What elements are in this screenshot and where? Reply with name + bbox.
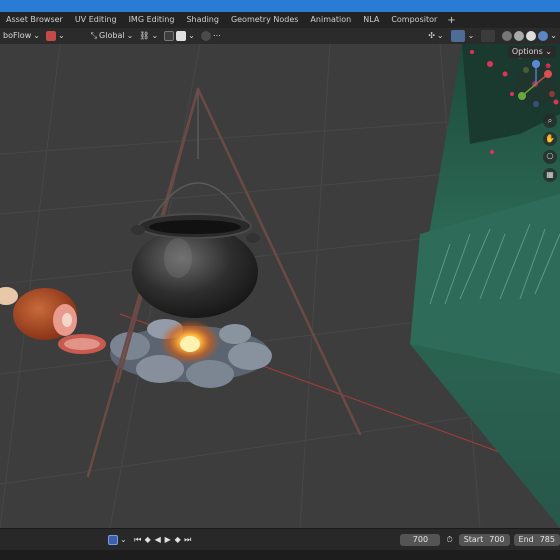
play-icon[interactable]: ▶ [163,534,173,546]
prev-keyframe-icon[interactable]: ◆ [143,534,153,546]
stopwatch-icon[interactable]: ⏱ [446,535,452,545]
cauldron-object[interactable] [131,213,260,318]
object-icon [45,31,56,41]
workspace-tab-img-editing[interactable]: IMG Editing [123,12,181,28]
solid-shading-icon[interactable] [514,31,525,41]
proportional-edit-icon [200,31,211,41]
orientation-icon: ⤡ [90,31,98,40]
orientation-label: Global [99,31,125,40]
chevron-down-icon: ⌄ [126,31,134,40]
chevron-down-icon: ⌄ [33,31,40,40]
title-bar [0,0,560,12]
chevron-down-icon: ⌄ [188,31,195,40]
end-label: End [518,534,534,544]
snap-target-icon [176,31,187,41]
pivot-point-dropdown[interactable]: ⛓ ⌄ [136,30,161,42]
start-frame-field[interactable]: Start 700 [458,533,510,546]
cauldron-chain [149,92,247,223]
xray-toggle[interactable] [477,30,499,42]
end-value: 785 [539,534,555,544]
snap-toggle[interactable]: ⌄ [161,30,198,42]
overlay-icon [450,30,465,42]
record-keyframe-button[interactable] [108,534,118,545]
workspace-tab-geometry-nodes[interactable]: Geometry Nodes [225,12,304,28]
chevron-down-icon: ⌄ [550,31,557,40]
workspace-tabs: Asset Browser UV Editing IMG Editing Shadin… [0,12,560,28]
workspace-tab-uv-editing[interactable]: UV Editing [69,12,123,28]
3d-viewport[interactable]: Options ⌄ ⌕ ✋ ⎔ ▦ [0,44,560,528]
chevron-down-icon: ⌄ [151,31,159,40]
add-workspace-button[interactable]: + [443,15,459,26]
options-dropdown[interactable]: Options ⌄ [507,46,556,58]
viewport-scene [0,44,560,528]
fire [160,320,220,364]
workspace-tab-compositor[interactable]: Compositor [385,12,443,28]
start-label: Start [463,534,484,544]
wireframe-shading-icon[interactable] [502,31,513,41]
jump-end-icon[interactable]: ⏭ [183,534,193,546]
chevron-down-icon: ⌄ [545,47,552,56]
transform-orientation-dropdown[interactable]: ⤡ Global ⌄ [88,30,137,42]
start-value: 700 [489,534,505,544]
workspace-tab-animation[interactable]: Animation [304,12,357,28]
next-keyframe-icon[interactable]: ◆ [173,534,183,546]
proportional-falloff-icon: ⋯ [212,31,221,40]
status-bar [0,550,560,560]
gizmo-icon: ✣ [428,31,435,40]
chevron-down-icon: ⌄ [467,31,475,40]
workspace-tab-asset-browser[interactable]: Asset Browser [0,12,69,28]
gizmo-toggle[interactable]: ✣ ⌄ [425,30,446,42]
link-icon: ⛓ [139,31,150,40]
camera-view-icon[interactable]: ⎔ [543,150,557,164]
hand-pan-icon[interactable]: ✋ [543,132,557,146]
chevron-down-icon[interactable]: ⌄ [120,535,127,544]
xray-icon [481,30,496,42]
ham-object[interactable] [0,287,106,354]
options-label: Options [511,47,543,56]
current-frame-field[interactable]: 700 [400,533,441,546]
zoom-icon[interactable]: ⌕ [543,114,557,128]
overlay-toggle[interactable]: ⌄ [447,30,478,42]
end-frame-field[interactable]: End 785 [513,533,560,546]
workspace-tab-shading[interactable]: Shading [180,12,225,28]
jump-start-icon[interactable]: ⏮ [133,534,143,546]
mode-selector[interactable]: boFlow ⌄ [0,30,43,42]
play-reverse-icon[interactable]: ◀ [153,534,163,546]
shading-mode-dropdown[interactable]: ⌄ [43,30,68,42]
viewport-header: boFlow ⌄ ⌄ ⤡ Global ⌄ ⛓ ⌄ ⌄ ⋯ ✣ ⌄ ⌄ ⌄ [0,28,560,44]
chevron-down-icon: ⌄ [57,31,65,40]
chevron-down-icon: ⌄ [436,31,444,40]
timeline-bar: ⌄ ⏮ ◆ ◀ ▶ ◆ ⏭ 700 ⏱ Start 700 End 785 [0,528,560,550]
grid-ortho-icon[interactable]: ▦ [543,168,557,182]
snap-icon [164,31,175,41]
mode-label: boFlow [3,31,32,40]
shading-modes[interactable]: ⌄ [499,30,560,42]
rendered-shading-icon[interactable] [538,31,549,41]
material-shading-icon[interactable] [526,31,537,41]
proportional-edit-toggle[interactable]: ⋯ [198,30,224,42]
workspace-tab-nla[interactable]: NLA [357,12,385,28]
backdrop-image-plane[interactable] [410,44,560,528]
